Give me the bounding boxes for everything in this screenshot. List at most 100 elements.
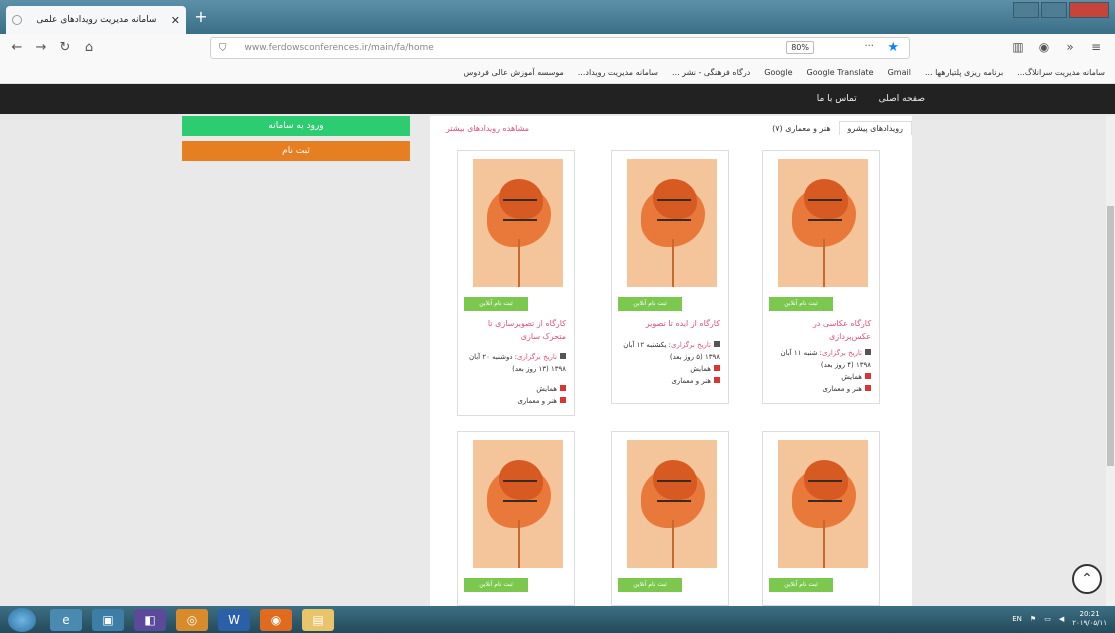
- event-title[interactable]: کارگاه عکاسی در عکس‌پردازی: [771, 317, 871, 343]
- calendar-icon: [865, 349, 871, 355]
- url-text[interactable]: www.ferdowsconferences.ir/main/fa/home: [245, 43, 434, 53]
- tab-art-architecture[interactable]: هنر و معماری (۷): [764, 122, 838, 135]
- type-icon: [865, 373, 871, 379]
- page-actions-icon[interactable]: ···: [864, 41, 874, 52]
- tag-icon: [714, 377, 720, 383]
- scroll-to-top-icon[interactable]: ⌃: [1072, 564, 1102, 594]
- online-register-button[interactable]: ثبت نام آنلاین: [769, 578, 833, 592]
- ie-icon[interactable]: e: [50, 608, 82, 631]
- bookmark-item[interactable]: موسسه آموزش عالی فردوس: [464, 68, 564, 77]
- clock-date: ۲۰۱۹/۰۵/۱۱: [1072, 619, 1107, 627]
- bookmarks-bar: سامانه مدیریت سرانلاگ... برنامه ریزی پلت…: [0, 62, 1115, 84]
- nav-contact[interactable]: تماس با ما: [817, 94, 857, 104]
- events-tabs: رویدادهای پیشرو هنر و معماری (۷) مشاهده …: [430, 118, 912, 138]
- start-button[interactable]: [8, 607, 36, 632]
- bookmark-star-icon[interactable]: ★: [887, 40, 899, 55]
- login-button[interactable]: ورود به سامانه: [182, 116, 410, 136]
- reader-icon[interactable]: ◉: [1035, 40, 1053, 54]
- favicon-icon: [12, 15, 23, 25]
- event-card[interactable]: ثبت نام آنلاین کارگاه از ایده تا تصویر ت…: [611, 150, 729, 404]
- browser-titlebar: ✕ سامانه مدیریت رویدادهای علمی +: [0, 0, 1115, 34]
- maximize-button[interactable]: [1041, 2, 1067, 18]
- online-register-button[interactable]: ثبت نام آنلاین: [618, 578, 682, 592]
- overflow-icon[interactable]: »: [1061, 40, 1079, 54]
- url-bar[interactable]: ⛉ www.ferdowsconferences.ir/main/fa/home…: [210, 37, 910, 59]
- explorer-icon[interactable]: ▣: [92, 608, 124, 631]
- bookmark-item[interactable]: Gmail: [888, 68, 911, 77]
- window-controls: [1011, 2, 1109, 18]
- online-register-button[interactable]: ثبت نام آنلاین: [618, 297, 682, 311]
- online-register-button[interactable]: ثبت نام آنلاین: [464, 297, 528, 311]
- word-icon[interactable]: W: [218, 608, 250, 631]
- browser-tab[interactable]: ✕ سامانه مدیریت رویدادهای علمی: [6, 6, 186, 34]
- online-register-button[interactable]: ثبت نام آنلاین: [769, 297, 833, 311]
- bookmark-item[interactable]: سامانه مدیریت سرانلاگ...: [1017, 68, 1105, 77]
- type-icon: [714, 365, 720, 371]
- folder-icon[interactable]: ▤: [302, 608, 334, 631]
- bookmark-item[interactable]: سامانه مدیریت رویداد...: [578, 68, 658, 77]
- bookmark-item[interactable]: Google: [764, 68, 792, 77]
- volume-icon[interactable]: ◀: [1059, 615, 1064, 623]
- clock[interactable]: 20:21 ۲۰۱۹/۰۵/۱۱: [1072, 610, 1107, 628]
- event-date: تاریخ برگزاری: دوشنبه ۲۰ آبان ۱۳۹۸ (۱۳ ر…: [468, 353, 566, 373]
- library-icon[interactable]: ▥: [1009, 40, 1027, 54]
- calendar-icon: [560, 353, 566, 359]
- bookmark-item[interactable]: برنامه ریزی پلتیارهها ...: [925, 68, 1003, 77]
- back-icon[interactable]: ←: [8, 39, 26, 57]
- close-tab-icon[interactable]: ✕: [171, 14, 180, 27]
- site-navbar: صفحه اصلی تماس با ما: [0, 84, 1115, 114]
- event-date: تاریخ برگزاری: یکشنبه ۱۲ آبان ۱۳۹۸ (۵ رو…: [623, 341, 720, 361]
- event-poster[interactable]: [473, 159, 563, 287]
- close-window-button[interactable]: [1069, 2, 1109, 18]
- new-tab-icon[interactable]: +: [192, 9, 210, 27]
- chrome-icon[interactable]: ◎: [176, 608, 208, 631]
- online-register-button[interactable]: ثبت نام آنلاین: [464, 578, 528, 592]
- event-poster[interactable]: [627, 159, 717, 287]
- register-button[interactable]: ثبت نام: [182, 141, 410, 161]
- page-scrollbar[interactable]: [1106, 116, 1115, 606]
- firefox-icon[interactable]: ◉: [260, 608, 292, 631]
- reload-icon[interactable]: ↻: [56, 39, 74, 57]
- clock-time: 20:21: [1079, 610, 1100, 618]
- flag-icon[interactable]: ⚑: [1030, 615, 1036, 623]
- event-card[interactable]: ثبت نام آنلاین: [611, 431, 729, 606]
- home-icon[interactable]: ⌂: [80, 39, 98, 57]
- event-category: هنر و معماری: [620, 375, 720, 387]
- event-poster[interactable]: [778, 440, 868, 568]
- event-title[interactable]: کارگاه از ایده تا تصویر: [620, 317, 720, 330]
- tag-icon: [560, 397, 566, 403]
- event-poster[interactable]: [778, 159, 868, 287]
- tag-icon: [865, 385, 871, 391]
- scrollbar-thumb[interactable]: [1107, 206, 1114, 466]
- event-card[interactable]: ثبت نام آنلاین کارگاه عکاسی در عکس‌پرداز…: [762, 150, 880, 404]
- bookmark-item[interactable]: Google Translate: [807, 68, 874, 77]
- browser-right-tools: ▥ ◉ » ≡: [1001, 40, 1105, 54]
- nav-home[interactable]: صفحه اصلی: [879, 94, 925, 104]
- event-type: همایش: [771, 371, 871, 383]
- event-card[interactable]: ثبت نام آنلاین: [457, 431, 575, 606]
- event-poster[interactable]: [627, 440, 717, 568]
- event-category: هنر و معماری: [466, 395, 566, 407]
- shield-icon: ⛉: [219, 42, 227, 54]
- event-card[interactable]: ثبت نام آنلاین: [762, 431, 880, 606]
- tab-title: سامانه مدیریت رویدادهای علمی: [36, 15, 157, 25]
- forward-icon[interactable]: →: [32, 39, 50, 57]
- windows-taskbar: e ▣ ◧ ◎ W ◉ ▤: [0, 606, 1115, 633]
- calendar-icon: [714, 341, 720, 347]
- menu-icon[interactable]: ≡: [1087, 40, 1105, 54]
- minimize-button[interactable]: [1013, 2, 1039, 18]
- bookmark-item[interactable]: درگاه فرهنگی - نشر ...: [672, 68, 750, 77]
- network-icon[interactable]: ▭: [1044, 615, 1051, 623]
- event-title[interactable]: کارگاه از تصویرسازی تا متحرک سازی: [466, 317, 566, 343]
- media-icon[interactable]: ◧: [134, 608, 166, 631]
- type-icon: [560, 385, 566, 391]
- event-poster[interactable]: [473, 440, 563, 568]
- event-type: همایش: [620, 363, 720, 375]
- event-card[interactable]: ثبت نام آنلاین کارگاه از تصویرسازی تا مت…: [457, 150, 575, 416]
- event-type: همایش: [466, 383, 566, 395]
- more-events-link[interactable]: مشاهده رویدادهای بیشتر: [438, 122, 537, 135]
- language-indicator[interactable]: EN: [1012, 615, 1022, 623]
- system-tray: EN ⚑ ▭ ◀ 20:21 ۲۰۱۹/۰۵/۱۱: [1004, 610, 1107, 628]
- tab-upcoming[interactable]: رویدادهای پیشرو: [838, 121, 912, 135]
- zoom-level[interactable]: 80%: [786, 41, 814, 54]
